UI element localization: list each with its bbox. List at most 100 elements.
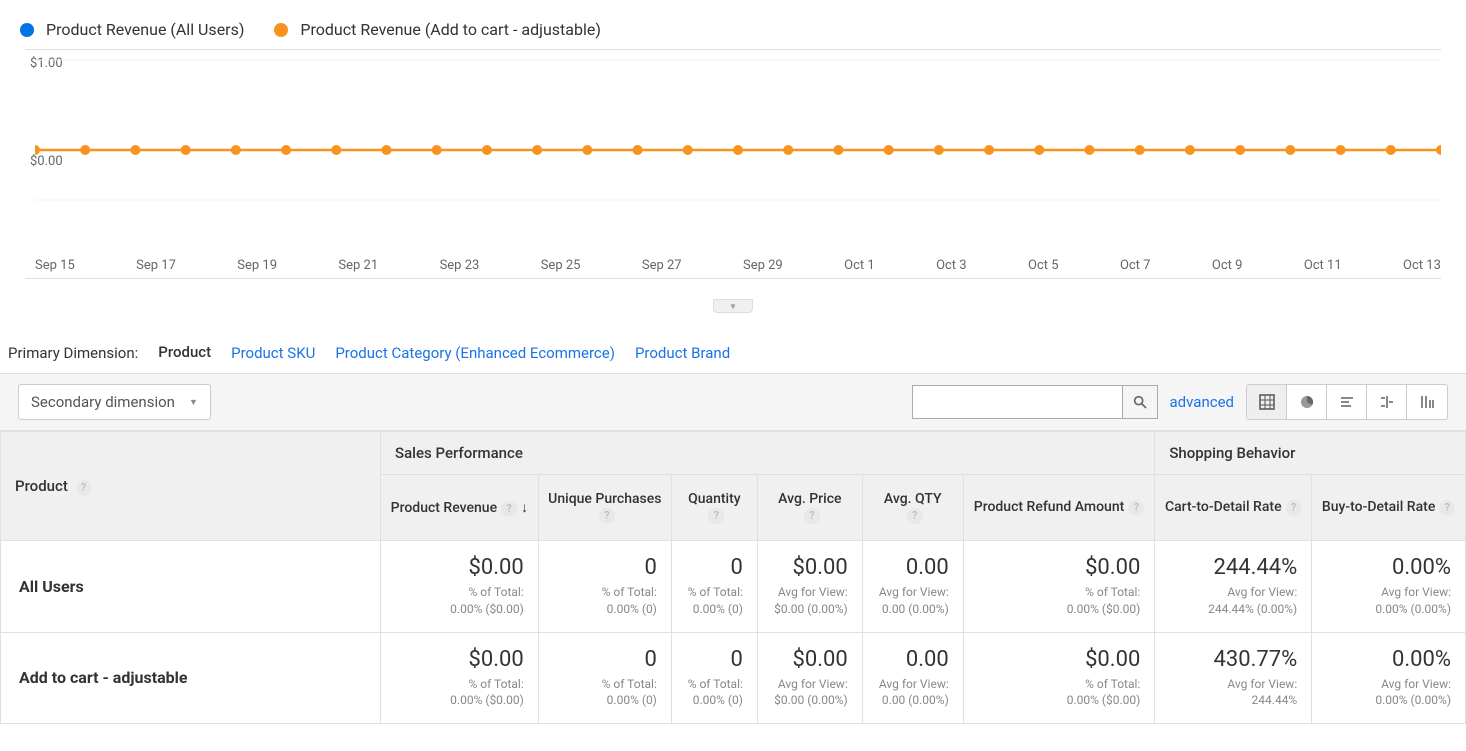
secondary-dimension-dropdown[interactable]: Secondary dimension xyxy=(18,384,211,420)
metric-sub: % of Total:0.00% (0) xyxy=(686,676,743,710)
view-pivot-button[interactable] xyxy=(1407,385,1447,419)
dimension-bar: Primary Dimension: Product Product SKU P… xyxy=(0,333,1466,373)
table-row: All Users$0.00% of Total:0.00% ($0.00)0%… xyxy=(1,541,1466,633)
col-avg-price[interactable]: Avg. Price? xyxy=(757,475,862,541)
x-axis-tick: Oct 11 xyxy=(1304,258,1342,273)
legend-label: Product Revenue (All Users) xyxy=(46,20,244,39)
pivot-icon xyxy=(1419,394,1435,410)
metric-value: $0.00 xyxy=(772,647,848,672)
view-table-button[interactable] xyxy=(1247,385,1287,419)
pie-icon xyxy=(1299,394,1315,410)
col-label: Avg. QTY xyxy=(884,491,942,507)
metric-value: 0.00 xyxy=(877,647,949,672)
metric-cell: 0.00 Avg for View:0.00 (0.00%) xyxy=(862,632,963,724)
search-input[interactable] xyxy=(912,385,1122,419)
row-name: Add to cart - adjustable xyxy=(1,632,381,724)
metric-cell: 0% of Total:0.00% (0) xyxy=(538,541,671,633)
data-table: Product ? Sales Performance Shopping Beh… xyxy=(0,431,1466,724)
col-avg-qty[interactable]: Avg. QTY? xyxy=(862,475,963,541)
table-icon xyxy=(1259,394,1275,410)
help-icon[interactable]: ? xyxy=(907,508,923,524)
view-pie-button[interactable] xyxy=(1287,385,1327,419)
help-icon[interactable]: ? xyxy=(501,501,517,517)
bar-icon xyxy=(1339,394,1355,410)
metric-cell: $0.00Avg for View:$0.00 (0.00%) xyxy=(757,541,862,633)
metric-sub: % of Total:0.00% ($0.00) xyxy=(978,676,1141,710)
col-cart-to-detail[interactable]: Cart-to-Detail Rate? xyxy=(1155,475,1312,541)
col-label: Buy-to-Detail Rate xyxy=(1322,499,1435,515)
metric-cell: 244.44% Avg for View:244.44% (0.00%) xyxy=(1155,541,1312,633)
help-icon[interactable]: ? xyxy=(76,480,92,496)
metric-sub: % of Total:0.00% ($0.00) xyxy=(978,584,1141,618)
x-axis-tick: Oct 7 xyxy=(1120,258,1151,273)
metric-cell: 0.00%Avg for View:0.00% (0.00%) xyxy=(1312,541,1466,633)
sort-desc-icon: ↓ xyxy=(521,500,528,516)
legend-dot-icon xyxy=(274,23,288,37)
help-icon[interactable]: ? xyxy=(599,508,615,524)
metric-cell: $0.00% of Total:0.00% ($0.00) xyxy=(381,541,539,633)
line-chart[interactable]: $1.00 $0.00 Sep 15 Sep 17 Sep 19 Sep 21 … xyxy=(25,49,1441,279)
view-mode-buttons xyxy=(1246,384,1448,420)
metric-value: 430.77% xyxy=(1169,647,1297,672)
chart-legend: Product Revenue (All Users) Product Reve… xyxy=(0,0,1466,49)
search-icon xyxy=(1132,394,1148,410)
chart-svg xyxy=(35,50,1441,250)
col-label: Unique Purchases xyxy=(548,491,661,507)
controls-row: Secondary dimension advanced xyxy=(0,373,1466,431)
help-icon[interactable]: ? xyxy=(1286,500,1302,516)
x-axis-tick: Oct 13 xyxy=(1403,258,1441,273)
metric-sub: % of Total:0.00% (0) xyxy=(686,584,743,618)
col-quantity[interactable]: Quantity? xyxy=(671,475,757,541)
metric-sub: % of Total:0.00% ($0.00) xyxy=(395,676,524,710)
x-axis-tick: Sep 15 xyxy=(35,258,75,273)
x-axis-tick: Oct 9 xyxy=(1212,258,1243,273)
dimension-product[interactable]: Product xyxy=(158,343,211,363)
metric-cell: $0.00% of Total:0.00% ($0.00) xyxy=(381,632,539,724)
metric-value: 0 xyxy=(553,555,657,580)
col-product[interactable]: Product ? xyxy=(1,432,381,541)
view-comparison-button[interactable] xyxy=(1367,385,1407,419)
dimension-product-sku[interactable]: Product SKU xyxy=(231,344,315,362)
metric-value: 0 xyxy=(686,555,743,580)
legend-item-add-to-cart[interactable]: Product Revenue (Add to cart - adjustabl… xyxy=(274,20,600,39)
x-axis: Sep 15 Sep 17 Sep 19 Sep 21 Sep 23 Sep 2… xyxy=(35,258,1441,278)
view-bar-button[interactable] xyxy=(1327,385,1367,419)
metric-value: 0.00% xyxy=(1326,555,1451,580)
legend-item-all-users[interactable]: Product Revenue (All Users) xyxy=(20,20,244,39)
help-icon[interactable]: ? xyxy=(708,508,724,524)
dimension-product-category[interactable]: Product Category (Enhanced Ecommerce) xyxy=(335,344,615,362)
x-axis-tick: Sep 21 xyxy=(338,258,378,273)
metric-value: 0.00% xyxy=(1326,647,1451,672)
metric-sub: Avg for View:244.44% (0.00%) xyxy=(1169,584,1297,618)
metric-value: 244.44% xyxy=(1169,555,1297,580)
x-axis-tick: Sep 19 xyxy=(237,258,277,273)
metric-value: 0.00 xyxy=(877,555,949,580)
metric-value: 0 xyxy=(686,647,743,672)
metric-sub: Avg for View:0.00% (0.00%) xyxy=(1326,676,1451,710)
help-icon[interactable]: ? xyxy=(804,508,820,524)
col-product-revenue[interactable]: Product Revenue?↓ xyxy=(381,475,539,541)
metric-cell: 430.77%Avg for View:244.44% xyxy=(1155,632,1312,724)
metric-cell: 0 % of Total:0.00% (0) xyxy=(671,541,757,633)
col-refund-amount[interactable]: Product Refund Amount? xyxy=(963,475,1155,541)
search-button[interactable] xyxy=(1122,385,1158,419)
col-label: Quantity xyxy=(688,491,741,507)
comparison-icon xyxy=(1379,394,1395,410)
dimension-product-brand[interactable]: Product Brand xyxy=(635,344,730,362)
col-label: Cart-to-Detail Rate xyxy=(1165,499,1282,515)
x-axis-tick: Sep 23 xyxy=(440,258,480,273)
legend-dot-icon xyxy=(20,23,34,37)
metric-value: $0.00 xyxy=(772,555,848,580)
col-product-label: Product xyxy=(15,477,68,495)
chart-collapse-handle[interactable] xyxy=(713,299,753,313)
metric-sub: Avg for View:0.00 (0.00%) xyxy=(877,584,949,618)
search-group xyxy=(912,385,1158,419)
col-unique-purchases[interactable]: Unique Purchases? xyxy=(538,475,671,541)
x-axis-tick: Oct 5 xyxy=(1028,258,1059,273)
col-buy-to-detail[interactable]: Buy-to-Detail Rate? xyxy=(1312,475,1466,541)
metric-value: $0.00 xyxy=(395,555,524,580)
help-icon[interactable]: ? xyxy=(1128,500,1144,516)
help-icon[interactable]: ? xyxy=(1439,500,1455,516)
advanced-link[interactable]: advanced xyxy=(1170,393,1234,411)
metric-sub: Avg for View:0.00 (0.00%) xyxy=(877,676,949,710)
